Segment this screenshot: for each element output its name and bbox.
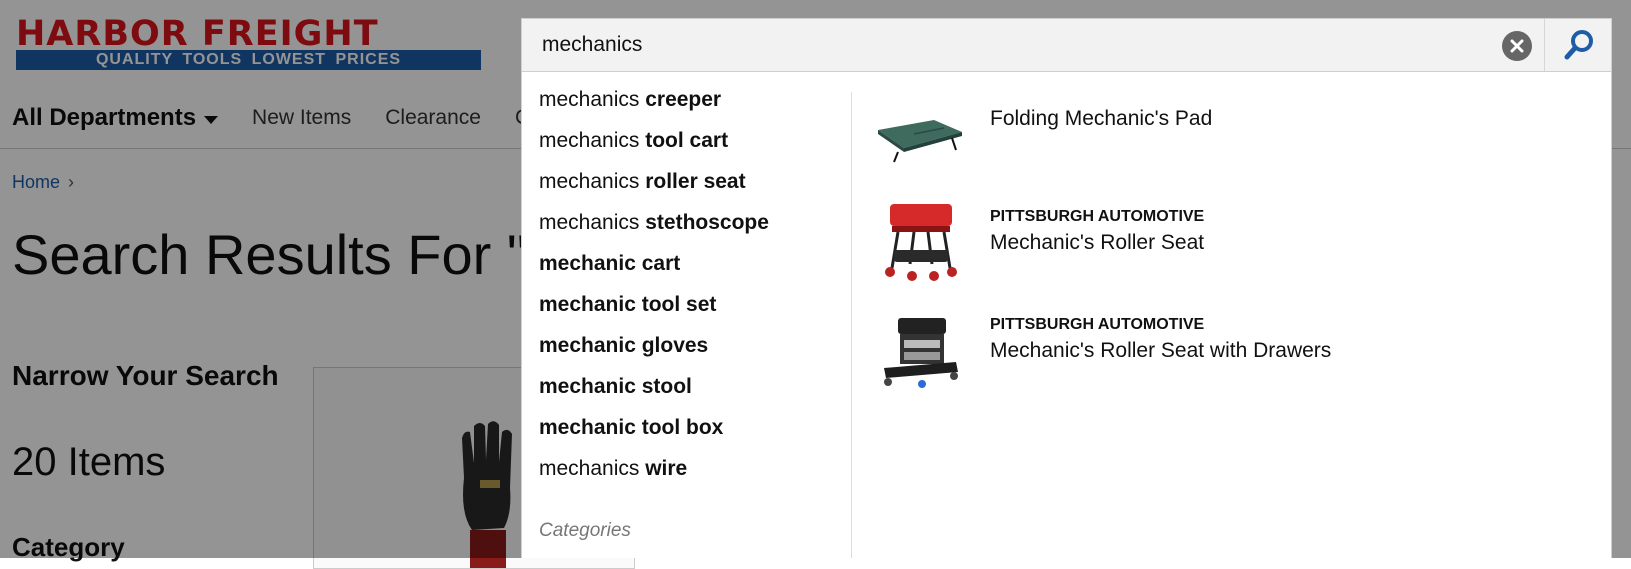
suggestion-term: creeper bbox=[645, 88, 722, 111]
suggestion-prefix: mechanics bbox=[539, 129, 646, 152]
product-thumbnail bbox=[878, 120, 962, 163]
product-brand: PITTSBURGH AUTOMOTIVE bbox=[990, 208, 1205, 225]
suggestion-term: mechanic stool bbox=[539, 375, 692, 398]
search-input[interactable] bbox=[522, 19, 1512, 71]
suggestion-item[interactable]: mechanics roller seat bbox=[539, 168, 769, 209]
product-brand: PITTSBURGH AUTOMOTIVE bbox=[990, 316, 1205, 333]
suggestion-item[interactable]: mechanic tool box bbox=[539, 414, 769, 455]
suggestion-term: mechanic tool box bbox=[539, 416, 724, 439]
product-thumbnail bbox=[885, 204, 957, 281]
suggestion-term: tool cart bbox=[645, 129, 729, 152]
categories-label: Categories bbox=[539, 520, 631, 541]
suggestion-item[interactable]: mechanics wire bbox=[539, 455, 769, 496]
suggestion-item[interactable]: mechanic tool set bbox=[539, 291, 769, 332]
suggestion-prefix: mechanics bbox=[539, 211, 646, 234]
suggestion-item[interactable]: mechanic stool bbox=[539, 373, 769, 414]
suggestion-item[interactable]: mechanic gloves bbox=[539, 332, 769, 373]
product-thumbnail bbox=[884, 318, 958, 388]
suggestion-item[interactable]: mechanic cart bbox=[539, 250, 769, 291]
search-suggestions-dropdown: mechanics creeper mechanics tool cart me… bbox=[521, 72, 1612, 558]
suggestion-term: mechanic tool set bbox=[539, 293, 717, 316]
suggestion-item[interactable]: mechanics tool cart bbox=[539, 127, 769, 168]
close-icon bbox=[1510, 39, 1524, 53]
suggestion-term: wire bbox=[645, 457, 688, 480]
suggestion-item[interactable]: mechanics stethoscope bbox=[539, 209, 769, 250]
search-bar bbox=[521, 18, 1612, 72]
product-name: Folding Mechanic's Pad bbox=[990, 107, 1213, 130]
suggestion-term: roller seat bbox=[645, 170, 746, 193]
suggestion-prefix: mechanics bbox=[539, 170, 646, 193]
suggestion-term: mechanic cart bbox=[539, 252, 681, 275]
product-suggestion-roller-seat-drawers[interactable]: PITTSBURGH AUTOMOTIVE Mechanic's Roller … bbox=[874, 310, 1594, 400]
dropdown-divider bbox=[851, 92, 852, 558]
product-name: Mechanic's Roller Seat bbox=[990, 231, 1205, 254]
suggestion-prefix: mechanics bbox=[539, 457, 646, 480]
search-icon bbox=[1564, 30, 1593, 60]
product-suggestion-roller-seat[interactable]: PITTSBURGH AUTOMOTIVE Mechanic's Roller … bbox=[874, 198, 1594, 288]
suggestion-term: stethoscope bbox=[645, 211, 769, 234]
search-submit-button[interactable] bbox=[1544, 19, 1613, 71]
clear-search-button[interactable] bbox=[1502, 31, 1532, 61]
suggestion-term: mechanic gloves bbox=[539, 334, 709, 357]
product-name: Mechanic's Roller Seat with Drawers bbox=[990, 339, 1332, 362]
suggestion-prefix: mechanics bbox=[539, 88, 646, 111]
suggestion-item[interactable]: mechanics creeper bbox=[539, 86, 769, 127]
product-suggestion-folding-pad[interactable]: Folding Mechanic's Pad bbox=[874, 90, 1594, 180]
suggestion-list: mechanics creeper mechanics tool cart me… bbox=[539, 86, 769, 496]
